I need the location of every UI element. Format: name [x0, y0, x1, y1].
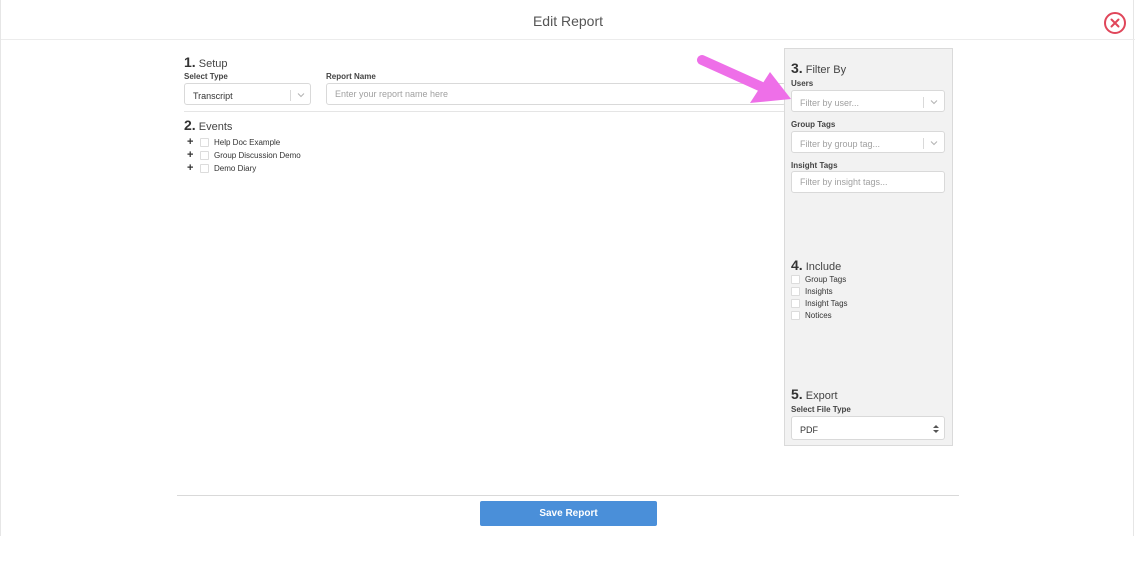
- event-label: Help Doc Example: [214, 138, 281, 147]
- event-checkbox[interactable]: [200, 151, 209, 160]
- file-type-label: Select File Type: [791, 405, 851, 414]
- events-section-label: Events: [198, 121, 233, 133]
- insight-tags-filter-input[interactable]: [791, 171, 945, 193]
- select-type-label: Select Type: [184, 72, 228, 81]
- include-section-label: Include: [805, 261, 842, 273]
- modal-header: Edit Report: [1, 0, 1135, 40]
- close-button[interactable]: [1104, 12, 1126, 34]
- event-label: Demo Diary: [214, 164, 257, 173]
- include-checkbox[interactable]: [791, 299, 800, 308]
- include-section-number: 4.: [791, 257, 803, 273]
- events-section-number: 2.: [184, 117, 196, 133]
- event-checkbox[interactable]: [200, 164, 209, 173]
- setup-divider: [184, 111, 784, 112]
- sort-arrows-icon: [933, 425, 939, 433]
- include-checkbox[interactable]: [791, 287, 800, 296]
- include-checkbox[interactable]: [791, 275, 800, 284]
- include-checkbox[interactable]: [791, 311, 800, 320]
- dropdown-separator: [923, 138, 924, 149]
- annotation-arrow-icon: [697, 55, 791, 103]
- chevron-down-icon: [297, 93, 305, 98]
- select-type-dropdown[interactable]: Transcript: [184, 83, 311, 105]
- export-section-label: Export: [805, 390, 838, 402]
- export-section-number: 5.: [791, 386, 803, 402]
- filter-section-title: 3. Filter By: [791, 60, 846, 76]
- report-name-label: Report Name: [326, 72, 376, 81]
- events-section-title: 2. Events: [184, 117, 232, 133]
- include-option-label: Group Tags: [805, 275, 847, 284]
- event-label: Group Discussion Demo: [214, 151, 301, 160]
- edit-report-modal: Edit Report 1. Setup Select Type Transcr…: [0, 0, 1135, 536]
- plus-icon[interactable]: +: [187, 150, 193, 161]
- setup-section-label: Setup: [198, 58, 228, 70]
- insight-tags-label: Insight Tags: [791, 161, 838, 170]
- group-tags-filter-dropdown[interactable]: Filter by group tag...: [791, 131, 945, 153]
- include-option-label: Insight Tags: [805, 299, 848, 308]
- group-tags-filter-placeholder: Filter by group tag...: [800, 139, 881, 149]
- filter-section-label: Filter By: [805, 64, 847, 76]
- plus-icon[interactable]: +: [187, 137, 193, 148]
- setup-section-title: 1. Setup: [184, 54, 228, 70]
- dropdown-separator: [923, 97, 924, 108]
- dropdown-separator: [290, 90, 291, 101]
- close-circle-icon: [1110, 18, 1120, 28]
- save-report-button[interactable]: Save Report: [480, 501, 657, 526]
- include-option-label: Insights: [805, 287, 833, 296]
- file-type-select[interactable]: PDF: [791, 416, 945, 440]
- chevron-down-icon: [930, 141, 938, 146]
- setup-section-number: 1.: [184, 54, 196, 70]
- plus-icon[interactable]: +: [187, 163, 193, 174]
- users-filter-dropdown[interactable]: Filter by user...: [791, 90, 945, 112]
- event-checkbox[interactable]: [200, 138, 209, 147]
- include-section-title: 4. Include: [791, 257, 841, 273]
- group-tags-label: Group Tags: [791, 120, 836, 129]
- select-type-value: Transcript: [193, 91, 233, 101]
- export-section-title: 5. Export: [791, 386, 838, 402]
- footer-divider: [177, 495, 959, 496]
- modal-title: Edit Report: [532, 13, 604, 29]
- users-filter-placeholder: Filter by user...: [800, 98, 860, 108]
- file-type-value: PDF: [800, 425, 818, 435]
- include-option-label: Notices: [805, 311, 832, 320]
- chevron-down-icon: [930, 100, 938, 105]
